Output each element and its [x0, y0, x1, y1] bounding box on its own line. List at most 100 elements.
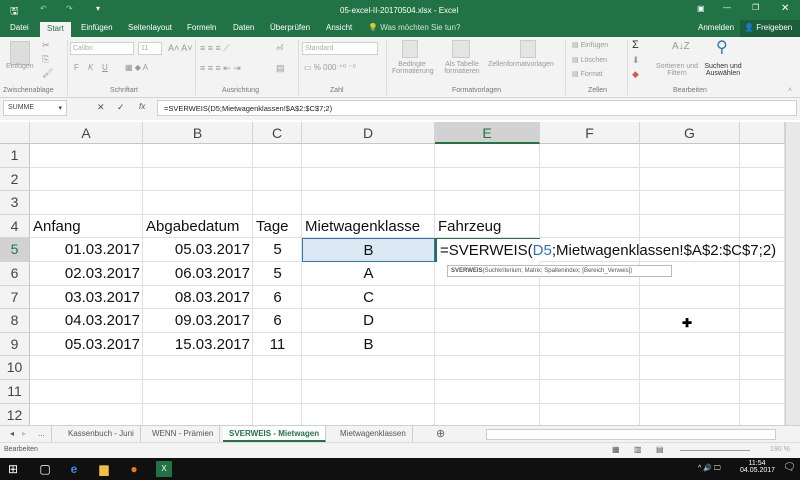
header-anfang[interactable]: Anfang — [30, 215, 143, 239]
cell[interactable] — [640, 332, 740, 357]
cell[interactable] — [143, 356, 253, 380]
cell[interactable] — [30, 191, 143, 215]
tab-seitenlayout[interactable]: Seitenlayout — [128, 23, 172, 32]
tab-ueberpruefen[interactable]: Überprüfen — [270, 23, 310, 32]
cell[interactable] — [640, 403, 740, 425]
delete-cells-button[interactable]: ▤ Löschen — [572, 56, 607, 64]
cell-abgabedatum[interactable]: 15.03.2017 — [143, 333, 253, 357]
cell[interactable] — [540, 285, 640, 310]
tab-ansicht[interactable]: Ansicht — [326, 23, 352, 32]
row-header-12[interactable]: 12 — [0, 403, 30, 425]
tab-datei[interactable]: Datei — [10, 23, 29, 32]
row-header-8[interactable]: 8 — [0, 309, 30, 333]
zoom-level[interactable]: 190 % — [770, 446, 790, 453]
bold-button[interactable]: F — [74, 63, 79, 72]
cell-anfang[interactable]: 02.03.2017 — [30, 262, 143, 286]
cell[interactable] — [640, 356, 740, 380]
sheet-tab-wenn[interactable]: WENN - Prämien — [146, 426, 221, 442]
cell[interactable] — [30, 403, 143, 425]
cell[interactable] — [302, 144, 435, 168]
tab-einfuegen[interactable]: Einfügen — [81, 23, 113, 32]
cell[interactable] — [640, 285, 740, 310]
cell-tage[interactable]: 11 — [253, 333, 302, 357]
cell[interactable] — [253, 380, 302, 404]
sign-in-link[interactable]: Anmelden — [698, 23, 734, 32]
cell-mietwagenklasse[interactable]: D — [302, 309, 435, 333]
cell-anfang[interactable]: 05.03.2017 — [30, 333, 143, 357]
insert-function-icon[interactable]: fx — [139, 102, 145, 111]
cell[interactable] — [540, 191, 640, 215]
cell[interactable] — [143, 167, 253, 192]
vertical-scrollbar[interactable] — [785, 122, 800, 425]
cell-tage[interactable]: 6 — [253, 286, 302, 310]
notifications-icon[interactable]: 🗨 — [783, 462, 796, 473]
find-select-button[interactable]: Suchen und Auswählen — [700, 63, 746, 77]
scroll-tabs-right-icon[interactable]: ▸ — [22, 429, 26, 438]
cell[interactable] — [302, 403, 435, 425]
file-explorer-icon[interactable]: ▆ — [96, 461, 112, 477]
tab-start[interactable]: Start — [40, 22, 71, 37]
scroll-tabs-left-icon[interactable]: ◂ — [10, 429, 14, 438]
cell[interactable] — [740, 262, 785, 286]
cell-anfang[interactable]: 03.03.2017 — [30, 286, 143, 310]
active-cell-editor[interactable]: =SVERWEIS(D5;Mietwagenklassen!$A$2:$C$7;… — [435, 238, 776, 262]
tab-formeln[interactable]: Formeln — [187, 23, 216, 32]
font-name-select[interactable]: Calibri — [70, 42, 134, 55]
cell[interactable] — [435, 403, 540, 425]
sort-filter-button[interactable]: Sortieren und Filtern — [654, 63, 700, 77]
cell-mietwagenklasse[interactable]: C — [302, 286, 435, 310]
minimize-icon[interactable]: — — [723, 3, 731, 12]
column-header-f[interactable]: F — [540, 122, 640, 144]
cell[interactable] — [740, 191, 785, 215]
cell[interactable] — [143, 191, 253, 215]
row-header-3[interactable]: 3 — [0, 191, 30, 215]
save-icon[interactable]: 🖫 — [10, 4, 19, 21]
cell[interactable] — [30, 356, 143, 380]
cell[interactable] — [435, 285, 540, 310]
cell[interactable] — [435, 309, 540, 333]
align-left-icon[interactable]: ≡ ≡ ≡ ⇤ ⇥ — [200, 63, 241, 74]
cell[interactable] — [740, 403, 785, 425]
cell-anfang[interactable]: 04.03.2017 — [30, 309, 143, 333]
row-header-6[interactable]: 6 — [0, 262, 30, 286]
paste-button[interactable]: Einfügen — [6, 63, 34, 70]
close-icon[interactable]: ✕ — [781, 3, 789, 14]
header-fahrzeug[interactable]: Fahrzeug — [435, 215, 540, 239]
header-mietwagenklasse[interactable]: Mietwagenklasse — [302, 215, 435, 239]
windows-start-icon[interactable]: ⊞ — [5, 461, 21, 477]
cell[interactable] — [540, 380, 640, 404]
border-icon[interactable]: ▦ ◆ A — [125, 63, 148, 72]
cell[interactable] — [253, 191, 302, 215]
cell[interactable] — [435, 191, 540, 215]
cell[interactable] — [435, 380, 540, 404]
fill-icon[interactable]: ⬇ — [632, 55, 640, 66]
row-header-5[interactable]: 5 — [0, 238, 30, 262]
clear-icon[interactable]: ◆ — [632, 69, 639, 80]
cell[interactable] — [640, 214, 740, 239]
cell[interactable] — [435, 144, 540, 168]
sort-filter-icon[interactable]: A↓Z — [672, 41, 690, 52]
cancel-icon[interactable]: ✕ — [97, 102, 105, 113]
cell[interactable] — [302, 380, 435, 404]
undo-icon[interactable]: ↶ — [40, 4, 47, 13]
cell[interactable] — [740, 167, 785, 192]
cell[interactable] — [253, 356, 302, 380]
column-header-a[interactable]: A — [30, 122, 143, 144]
sheet-tab-sverweis[interactable]: SVERWEIS - Mietwagen — [223, 426, 327, 442]
cell[interactable] — [540, 356, 640, 380]
align-top-icon[interactable]: ≡ ≡ ≡ ⟋ — [200, 43, 230, 54]
cell[interactable] — [740, 285, 785, 310]
cell[interactable] — [302, 191, 435, 215]
sheet-tab-more[interactable]: ... — [32, 426, 52, 442]
horizontal-scrollbar[interactable] — [486, 429, 776, 440]
cell[interactable] — [30, 167, 143, 192]
tab-daten[interactable]: Daten — [233, 23, 254, 32]
cell[interactable] — [740, 309, 785, 333]
cell[interactable] — [253, 144, 302, 168]
cell[interactable] — [640, 144, 740, 168]
cell[interactable] — [540, 332, 640, 357]
customize-qat-icon[interactable]: ▾ — [96, 4, 100, 13]
cell[interactable] — [435, 332, 540, 357]
autosum-icon[interactable]: Σ — [632, 39, 639, 51]
cell[interactable] — [143, 380, 253, 404]
